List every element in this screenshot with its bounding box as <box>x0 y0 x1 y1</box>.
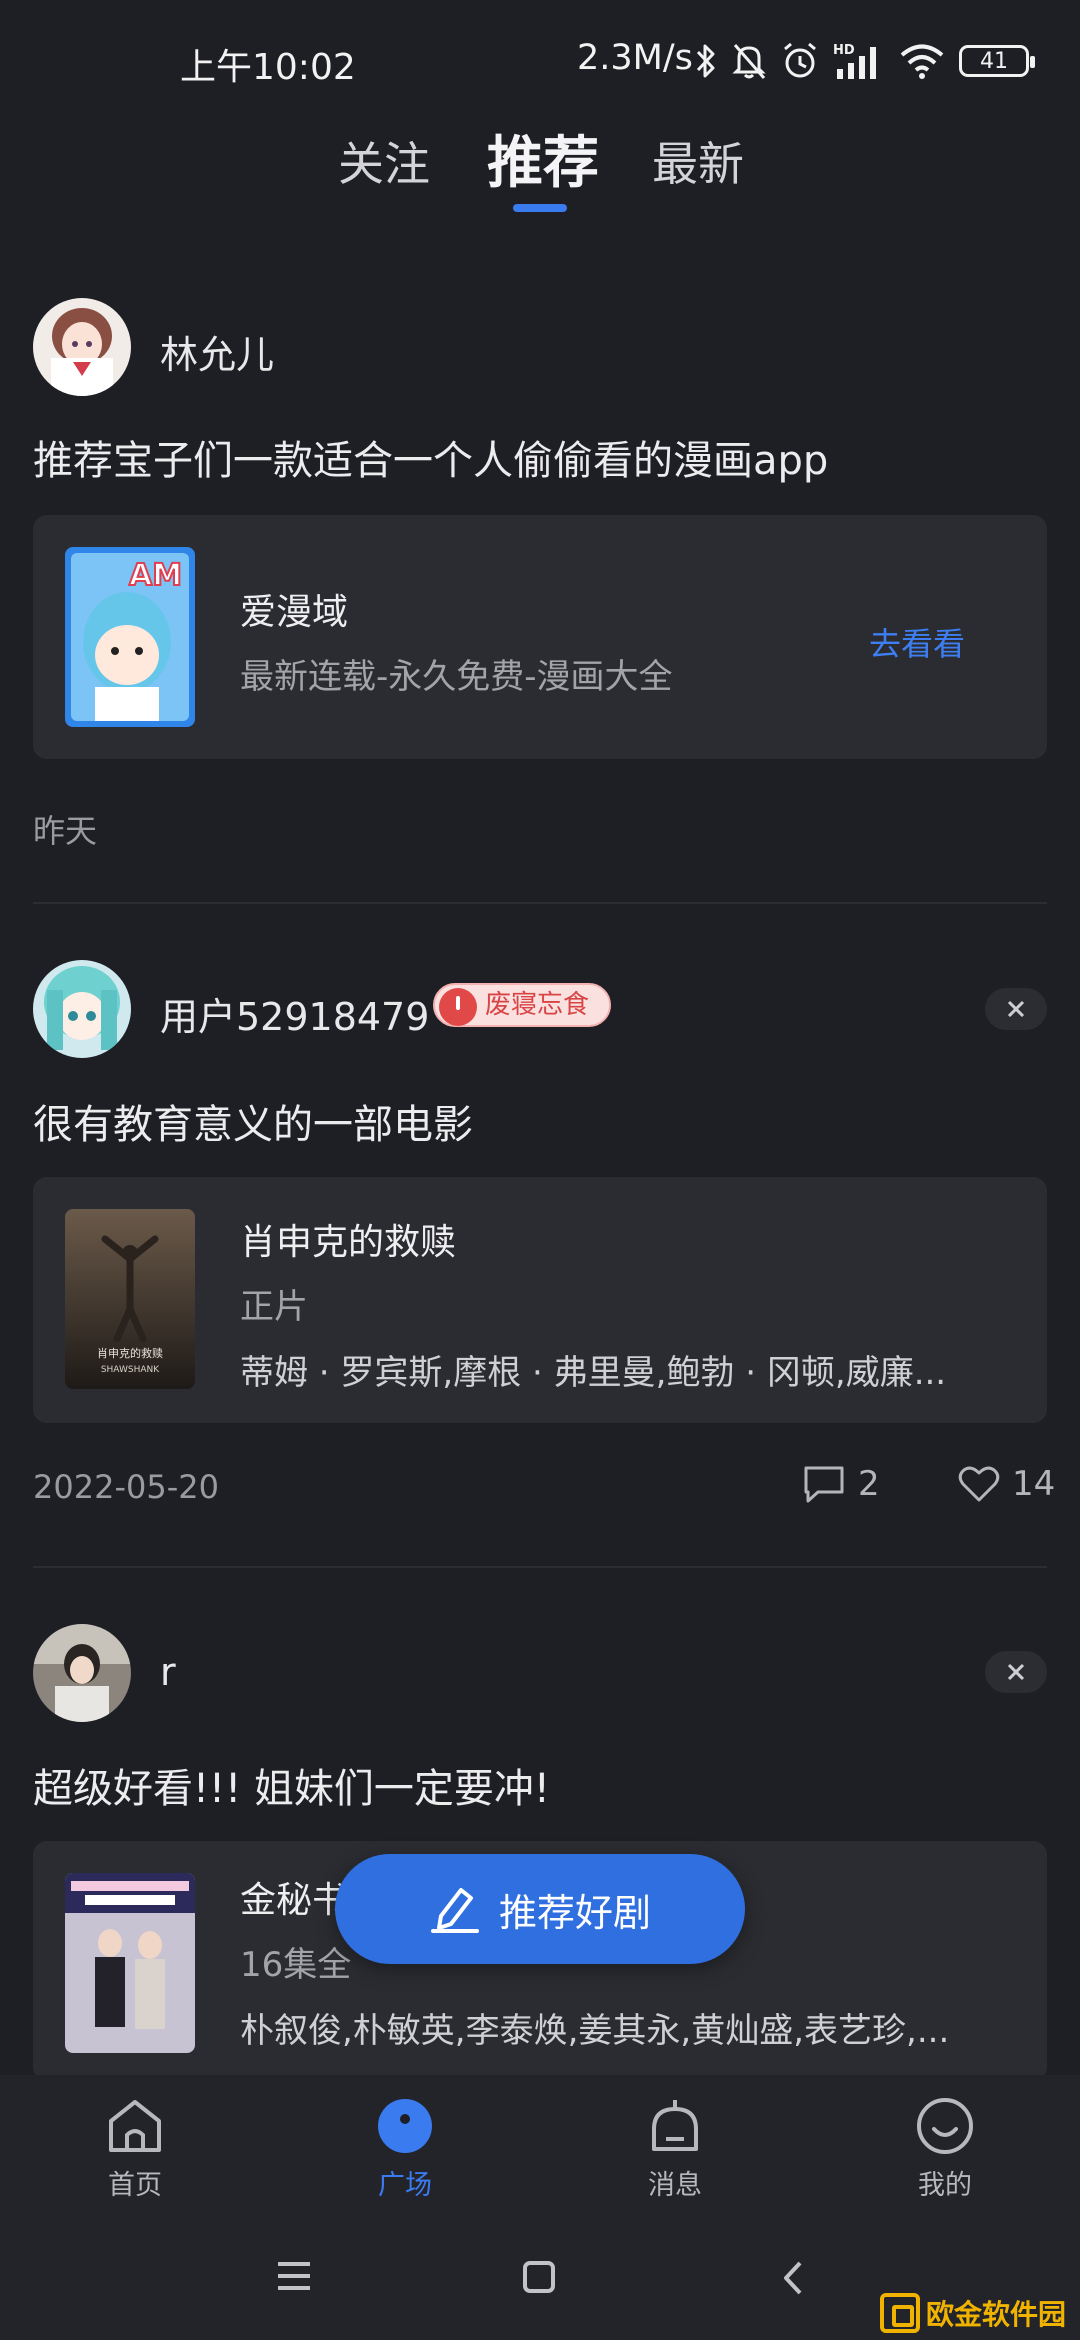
nav-item-profile[interactable]: 我的 <box>865 2097 1025 2202</box>
card-title: 金秘书 <box>240 1880 349 1921</box>
active-tab-indicator <box>513 204 567 212</box>
top-tabs: 关注 推荐 最新 <box>0 118 1080 228</box>
app-icon: AM <box>65 547 195 727</box>
card-subtitle: 最新连载-永久免费-漫画大全 <box>240 657 673 697</box>
plaza-icon <box>378 2099 432 2153</box>
go-watch-link[interactable]: 去看看 <box>869 619 965 665</box>
tab-follow[interactable]: 关注 <box>338 128 430 194</box>
nav-label: 首页 <box>108 2170 162 2201</box>
username[interactable]: 用户52918479 <box>160 986 429 1041</box>
watermark-text: 欧金软件园 <box>926 2298 1067 2331</box>
battery-icon: 41 <box>959 45 1035 77</box>
status-icons: HD 41 <box>695 38 1035 84</box>
bluetooth-icon <box>696 44 715 78</box>
post-text: 推荐宝子们一款适合一个人偷偷看的漫画app <box>33 438 829 484</box>
heart-icon <box>958 1466 1000 1502</box>
dismiss-button[interactable] <box>985 1651 1047 1693</box>
nav-item-messages[interactable]: 消息 <box>595 2097 755 2202</box>
avatar[interactable] <box>33 298 131 396</box>
username[interactable]: 林允儿 <box>160 324 274 379</box>
app-card[interactable]: AM 爱漫域 最新连载-永久免费-漫画大全 去看看 <box>33 515 1047 759</box>
network-speed: 2.3M/s <box>577 38 693 78</box>
edit-pen-icon <box>430 1888 479 1933</box>
like-button[interactable]: 14 <box>958 1464 1055 1504</box>
nav-label: 消息 <box>648 2170 702 2201</box>
movie-card[interactable]: 肖申克的救赎 SHAWSHANK 肖申克的救赎 正片 蒂姆 · 罗宾斯,摩根 · … <box>33 1177 1047 1423</box>
menu-icon[interactable] <box>276 2260 312 2292</box>
card-subtitle: 16集全 <box>240 1945 352 1985</box>
app-icon-text: AM <box>129 558 182 593</box>
status-time: 上午10:02 <box>180 47 356 88</box>
divider <box>33 902 1047 904</box>
back-icon[interactable] <box>782 2260 804 2296</box>
tab-recommend[interactable]: 推荐 <box>487 118 599 199</box>
battery-level: 41 <box>980 48 1008 74</box>
comment-button[interactable]: 2 <box>802 1464 880 1504</box>
recommend-drama-button[interactable]: 推荐好剧 <box>335 1854 745 1964</box>
dismiss-button[interactable] <box>985 988 1047 1030</box>
clock-badge-icon <box>439 988 477 1026</box>
card-title: 爱漫域 <box>240 592 349 633</box>
badge-label: 废寝忘食 <box>485 990 590 1020</box>
comment-count: 2 <box>858 1464 880 1504</box>
post-time: 昨天 <box>33 812 98 850</box>
mute-bell-icon <box>732 44 766 79</box>
screen: 上午10:02 2.3M/s HD 41 关注 推荐 最新 林允儿 推荐宝子们一… <box>0 0 1080 2340</box>
user-badge: 废寝忘食 <box>433 983 612 1027</box>
nav-label: 广场 <box>378 2170 432 2201</box>
home-square-icon[interactable] <box>522 2260 556 2294</box>
tab-latest[interactable]: 最新 <box>652 128 744 194</box>
avatar[interactable] <box>33 1624 131 1722</box>
signal-icon: HD <box>833 43 876 79</box>
nav-label: 我的 <box>918 2170 972 2201</box>
divider <box>33 1566 1047 1568</box>
fab-label: 推荐好剧 <box>498 1890 651 1935</box>
svg-text:HD: HD <box>833 43 855 58</box>
avatar[interactable] <box>33 960 131 1058</box>
comment-icon <box>804 1466 844 1503</box>
bell-icon <box>652 2100 698 2151</box>
status-bar: 上午10:02 2.3M/s HD 41 <box>0 0 1080 120</box>
post-text: 超级好看!!! 姐妹们一定要冲! <box>33 1766 550 1812</box>
wifi-icon <box>900 44 944 79</box>
alarm-icon <box>784 42 816 78</box>
profile-icon <box>917 2098 973 2154</box>
card-subtitle: 正片 <box>240 1287 308 1327</box>
home-icon <box>109 2100 161 2152</box>
post-text: 很有教育意义的一部电影 <box>33 1102 473 1148</box>
card-cast: 朴叙俊,朴敏英,李泰焕,姜其永,黄灿盛,表艺珍,... <box>240 2011 950 2051</box>
close-icon <box>1007 1000 1025 1018</box>
poster-title: 肖申克的救赎 <box>97 1346 163 1360</box>
card-cast: 蒂姆 · 罗宾斯,摩根 · 弗里曼,鲍勃 · 冈顿,威廉... <box>240 1353 947 1393</box>
close-icon <box>1007 1663 1025 1681</box>
card-title: 肖申克的救赎 <box>240 1222 457 1263</box>
movie-poster: 肖申克的救赎 SHAWSHANK <box>65 1209 195 1389</box>
nav-item-home[interactable]: 首页 <box>55 2097 215 2202</box>
nav-item-plaza[interactable]: 广场 <box>325 2097 485 2202</box>
drama-poster <box>65 1873 195 2053</box>
poster-subtitle: SHAWSHANK <box>101 1365 160 1375</box>
like-count: 14 <box>1012 1464 1056 1504</box>
watermark: 欧金软件园 <box>880 2290 1075 2336</box>
watermark-logo-icon <box>880 2293 920 2333</box>
username[interactable]: r <box>160 1650 176 1694</box>
post-time: 2022-05-20 <box>33 1468 219 1506</box>
